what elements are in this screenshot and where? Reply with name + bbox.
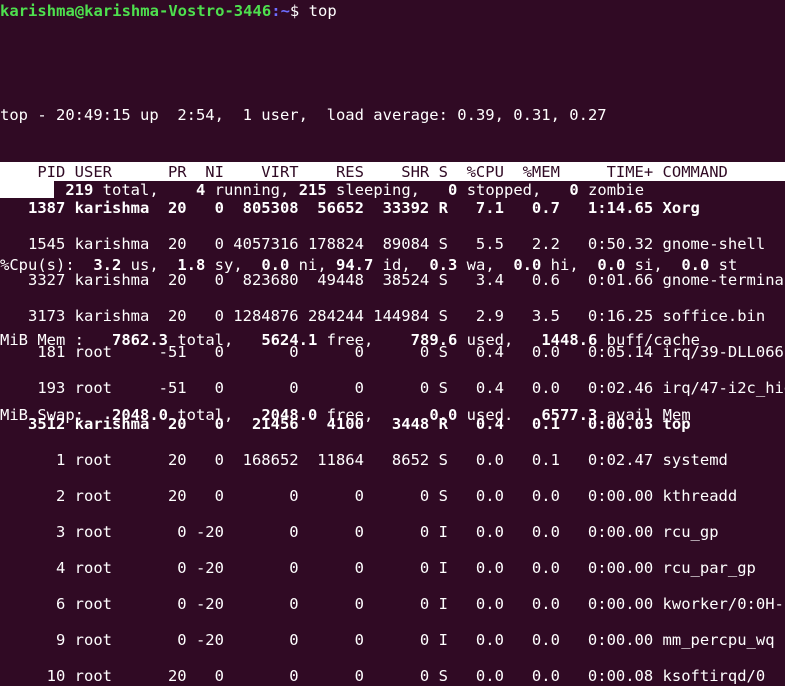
table-row[interactable]: 1545 karishma 20 0 4057316 178824 89084 …	[0, 235, 785, 271]
prompt-sigil: $	[289, 2, 300, 20]
prompt-path: ~	[280, 2, 290, 20]
process-list[interactable]: 1387 karishma 20 0 805308 56652 33392 R …	[0, 199, 785, 686]
column-header-row[interactable]: PID USER PR NI VIRT RES SHR S %CPU %MEM …	[0, 163, 728, 181]
summary-load-label: load average:	[307, 106, 458, 124]
tasks-total: 219	[65, 181, 94, 199]
table-row[interactable]: 10 root 20 0 0 0 0 S 0.0 0.0 0:00.08 kso…	[0, 667, 785, 686]
table-row[interactable]: 4 root 0 -20 0 0 0 I 0.0 0.0 0:00.00 rcu…	[0, 559, 785, 595]
prompt-userhost: karishma@karishma-Vostro-3446	[0, 2, 272, 20]
tasks-stopped: 0	[448, 181, 458, 199]
shell-prompt-line: karishma@karishma-Vostro-3446:~$ top	[0, 2, 337, 20]
summary-prefix: top -	[0, 106, 56, 124]
table-row[interactable]: 1 root 20 0 168652 11864 8652 S 0.0 0.1 …	[0, 451, 785, 487]
tasks-zombie-label: zombie	[578, 181, 645, 199]
table-row[interactable]: 9 root 0 -20 0 0 0 I 0.0 0.0 0:00.00 mm_…	[0, 631, 785, 667]
tasks-running: 4	[196, 181, 206, 199]
tasks-zombie: 0	[569, 181, 579, 199]
summary-load: 0.39, 0.31, 0.27	[457, 106, 607, 124]
tasks-running-label: running,	[205, 181, 290, 199]
table-row[interactable]: 3327 karishma 20 0 823680 49448 38524 S …	[0, 271, 785, 307]
table-row[interactable]: 3 root 0 -20 0 0 0 I 0.0 0.0 0:00.00 rcu…	[0, 523, 785, 559]
table-row[interactable]: 2 root 20 0 0 0 0 S 0.0 0.0 0:00.00 kthr…	[0, 487, 785, 523]
table-row[interactable]: 6 root 0 -20 0 0 0 I 0.0 0.0 0:00.00 kwo…	[0, 595, 785, 631]
tasks-total-label: total,	[93, 181, 159, 199]
summary-line-uptime: top - 20:49:15 up 2:54, 1 user, load ave…	[0, 106, 737, 127]
terminal-window[interactable]: karishma@karishma-Vostro-3446:~$ top top…	[0, 0, 785, 686]
terminal-cursor-block	[0, 181, 54, 198]
summary-users: 1 user,	[223, 106, 308, 124]
summary-uptime: 2:54,	[167, 106, 224, 124]
tasks-sleeping: 215	[298, 181, 327, 199]
prompt-command: top	[308, 2, 337, 20]
table-row[interactable]: 1387 karishma 20 0 805308 56652 33392 R …	[0, 199, 785, 235]
prompt-colon: :	[271, 2, 281, 20]
summary-up-label: up	[130, 106, 168, 124]
table-row[interactable]: 181 root -51 0 0 0 0 S 0.4 0.0 0:05.14 i…	[0, 343, 785, 379]
tasks-sleeping-label: sleeping,	[326, 181, 421, 199]
table-row[interactable]: 3173 karishma 20 0 1284876 284244 144984…	[0, 307, 785, 343]
table-row[interactable]: 3512 karishma 20 0 21456 4100 3448 R 0.4…	[0, 415, 785, 451]
summary-time: 20:49:15	[56, 106, 131, 124]
table-row[interactable]: 193 root -51 0 0 0 0 S 0.4 0.0 0:02.46 i…	[0, 379, 785, 415]
tasks-stopped-label: stopped,	[457, 181, 542, 199]
